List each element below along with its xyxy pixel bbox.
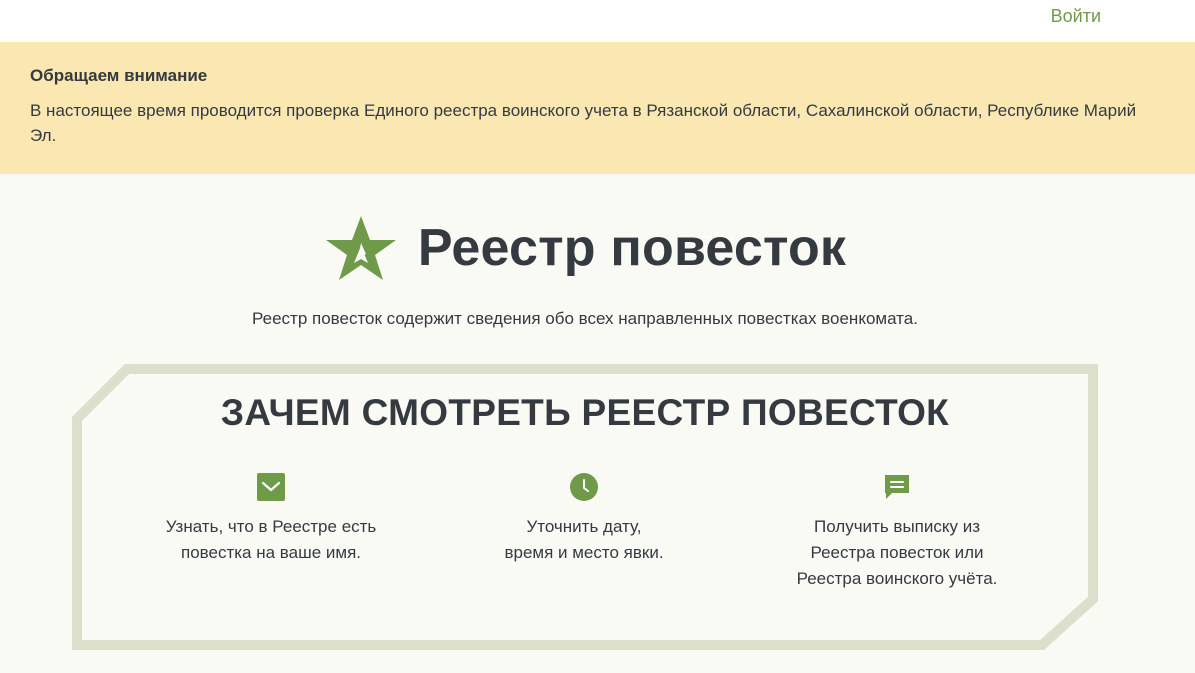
- top-bar: Войти: [0, 0, 1195, 42]
- feature-item: Получить выписку из Реестра повесток или…: [747, 472, 1047, 592]
- page-subtitle: Реестр повесток содержит сведения обо вс…: [252, 309, 918, 328]
- feature-text: Узнать, что в Реестре есть повестка на в…: [165, 517, 377, 562]
- feature-item: Уточнить дату, время и место явки.: [434, 472, 734, 566]
- feature-text: Уточнить дату, время и место явки.: [504, 517, 664, 562]
- star-logo-icon: [325, 216, 396, 280]
- notice-text: В настоящее время проводится проверка Ед…: [30, 101, 1137, 145]
- hero-section: Реестр повесток Реестр повесток содержит…: [0, 174, 1195, 673]
- why-title: ЗАЧЕМ СМОТРЕТЬ РЕЕСТР ПОВЕСТОК: [220, 392, 950, 433]
- feature-text: Получить выписку из Реестра повесток или…: [796, 517, 998, 588]
- notice-banner: Обращаем внимание В настоящее время пров…: [0, 42, 1195, 174]
- envelope-icon: [257, 473, 285, 501]
- login-link[interactable]: Войти: [1051, 6, 1101, 27]
- clock-icon: [570, 473, 598, 501]
- why-section: ЗАЧЕМ СМОТРЕТЬ РЕЕСТР ПОВЕСТОК Узнать, ч…: [72, 364, 1098, 650]
- feature-item: Узнать, что в Реестре есть повестка на в…: [121, 472, 421, 566]
- page-title: Реестр повесток: [417, 219, 847, 277]
- brand: Реестр повесток: [0, 214, 1170, 282]
- message-icon: [885, 475, 909, 499]
- notice-title: Обращаем внимание: [30, 66, 208, 85]
